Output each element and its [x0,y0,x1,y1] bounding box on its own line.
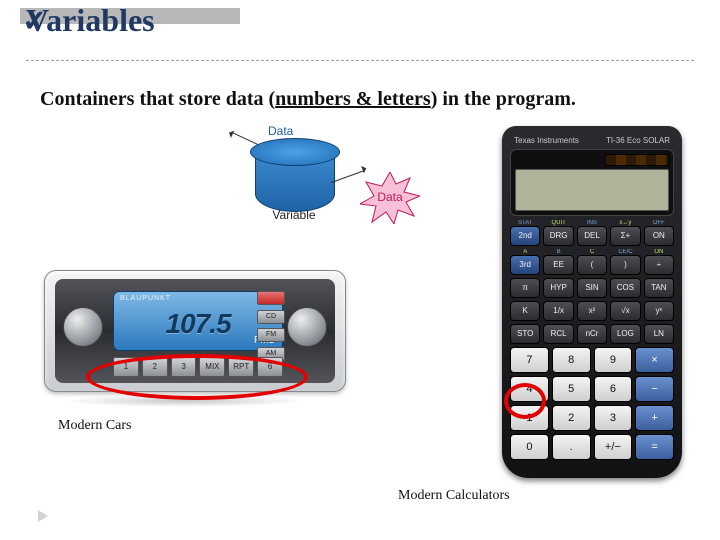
calc-key: π [510,278,540,298]
calc-key: ) [610,255,640,275]
stereo-preset-row: 1 2 3 MIX RPT 6 [113,357,283,377]
data-label-top: Data [268,124,293,138]
stereo-src-buttons: CD FM AM [257,291,283,361]
body-underline: numbers & letters [275,88,431,110]
calc-key: ÷ [644,255,674,275]
data-burst-label: Data [360,190,420,204]
calc-model: TI-36 Eco SOLAR [606,136,670,145]
calc-row: 3rd EE ( ) ÷ [510,255,674,275]
calc-key: EE [543,255,573,275]
calc-keyboard: STAT QUIT INS x↔y OFF 2nd DRG DEL Σ+ ON … [510,220,674,460]
volume-knob [63,307,103,347]
stereo-brand: BLAUPUNKT [120,295,171,302]
calc-key: 9 [594,347,633,373]
calc-row: 7 8 9 × [510,347,674,373]
calc-screen-wrap [510,149,674,216]
calc-key: HYP [543,278,573,298]
preset-button: MIX [199,357,225,377]
car-stereo: BLAUPUNKT 107.5 FM1 CD FM AM 1 2 3 MIX R… [44,270,346,392]
divider [26,60,694,61]
bucket-icon: Variable [250,138,338,224]
preset-button: 6 [257,357,283,377]
calc-key: 1 [510,405,549,431]
calc-key: 2nd [510,226,540,246]
calc-key: . [552,434,591,460]
starburst-icon: Data [360,172,420,224]
calc-row: 1 2 3 + [510,405,674,431]
calc-key: = [635,434,674,460]
calc-key: 3rd [510,255,540,275]
stereo-shadow [62,395,306,407]
calc-key: Σ+ [610,226,640,246]
calc-key: COS [610,278,640,298]
calc-row: K 1/x x² √x yˣ [510,301,674,321]
calc-row: 0 . +/− = [510,434,674,460]
calc-key: 3 [594,405,633,431]
calc-key: √x [610,301,640,321]
tune-knob [287,307,327,347]
calc-row: STO RCL nCr LOG LN [510,324,674,344]
calc-key: ( [577,255,607,275]
calc-key: TAN [644,278,674,298]
body-post: ) in the program. [431,88,576,110]
calc-key: ON [644,226,674,246]
calc-brand: Texas Instruments [514,136,579,145]
calc-row: π HYP SIN COS TAN [510,278,674,298]
calc-key: 1/x [543,301,573,321]
calc-key: 5 [552,376,591,402]
title-area: ✓ Variables [20,8,700,24]
calc-key: DRG [543,226,573,246]
preset-button: 2 [142,357,168,377]
caption-cars: Modern Cars [58,418,132,434]
slide-title: Variables [26,2,155,39]
calc-row: 4 5 6 − [510,376,674,402]
calc-key-sto: STO [510,324,540,344]
calc-key: LOG [610,324,640,344]
preset-button: 1 [113,357,139,377]
calc-key: +/− [594,434,633,460]
footer-arrow-icon [38,510,52,522]
calc-brand-row: Texas Instruments TI-36 Eco SOLAR [510,134,674,149]
calc-screen [515,169,669,211]
calc-key: 6 [594,376,633,402]
calc-key: 7 [510,347,549,373]
calc-key: × [635,347,674,373]
calc-key: DEL [577,226,607,246]
stereo-src-btn: CD [257,310,285,324]
calculator: Texas Instruments TI-36 Eco SOLAR STAT Q… [502,126,682,478]
calc-key: 2 [552,405,591,431]
stereo-src-btn: FM [257,328,285,342]
preset-button: RPT [228,357,254,377]
calc-row: 2nd DRG DEL Σ+ ON [510,226,674,246]
calc-key: nCr [577,324,607,344]
stereo-src-btn [257,291,285,305]
calc-key: 8 [552,347,591,373]
stereo-face: BLAUPUNKT 107.5 FM1 CD FM AM 1 2 3 MIX R… [55,279,335,383]
slide: ✓ Variables Containers that store data (… [0,0,720,540]
calc-key: − [635,376,674,402]
solar-panel-icon [605,154,669,166]
calc-key: yˣ [644,301,674,321]
body-pre: Containers that store data ( [40,88,275,110]
calc-key: 4 [510,376,549,402]
caption-calculators: Modern Calculators [398,488,510,504]
calc-key: LN [644,324,674,344]
body-text: Containers that store data (numbers & le… [40,88,576,111]
calc-key: x² [577,301,607,321]
preset-button: 3 [171,357,197,377]
calc-key: 0 [510,434,549,460]
calc-key: + [635,405,674,431]
calc-key: K [510,301,540,321]
variable-label: Variable [250,208,338,222]
calc-key: RCL [543,324,573,344]
variable-diagram: Data Variable Data [190,126,430,256]
calc-key: SIN [577,278,607,298]
